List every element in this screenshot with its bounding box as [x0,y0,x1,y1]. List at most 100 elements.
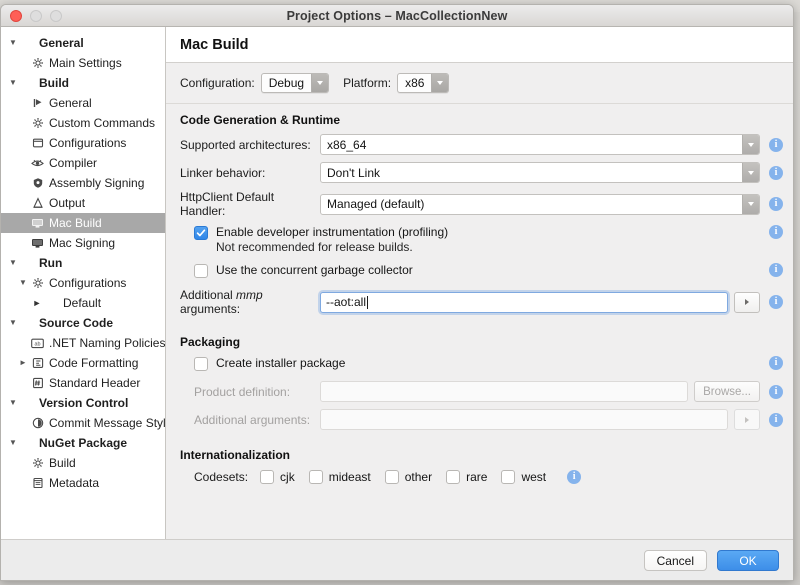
sidebar-item-nuget-package[interactable]: ▼ NuGet Package [1,433,165,453]
info-icon[interactable]: i [769,166,783,180]
chevron-right-icon[interactable]: ► [31,293,43,313]
dropdown-httpclient-default-handler[interactable]: Managed (default) [320,194,760,215]
info-icon[interactable]: i [769,413,783,427]
input-additional-arguments[interactable] [320,409,728,430]
sidebar-item-general[interactable]: General [1,93,165,113]
section-internationalization: Internationalization Codesets: cjkmideas… [166,437,793,484]
sidebar-item-label: General [39,36,84,50]
sidebar-item-label: Default [63,296,101,310]
sidebar-item-metadata[interactable]: Metadata [1,473,165,493]
sidebar-item-general[interactable]: ▼ General [1,33,165,53]
chevron-down-icon[interactable]: ▼ [7,313,19,333]
checkbox-codeset-west[interactable] [501,470,515,484]
sidebar-item-main-settings[interactable]: Main Settings [1,53,165,73]
maximize-icon[interactable] [50,10,62,22]
codeset-cjk[interactable]: cjk [260,469,295,484]
codeset-rare[interactable]: rare [446,469,487,484]
info-icon[interactable]: i [769,263,783,277]
sidebar-item-label: NuGet Package [39,436,127,450]
sidebar-item-label: Configurations [49,276,126,290]
codeset-other[interactable]: other [385,469,432,484]
input-mmp-arguments[interactable]: --aot:all [320,292,728,313]
checkbox-concurrent-gc[interactable] [194,264,208,278]
minimize-icon[interactable] [30,10,42,22]
sidebar-item-custom-commands[interactable]: Custom Commands [1,113,165,133]
sidebar-item-label: Commit Message Style [49,416,166,430]
sidebar-item-mac-signing[interactable]: Mac Signing [1,233,165,253]
label-mmp-em: mmp [236,288,263,302]
checkbox-codeset-mideast[interactable] [309,470,323,484]
dropdown-linker-behavior[interactable]: Don't Link [320,162,760,183]
chevron-down-icon[interactable]: ▼ [7,33,19,53]
checkbox-create-installer[interactable] [194,357,208,371]
chevron-down-icon [431,74,448,92]
sidebar-item-commit-message-style[interactable]: Commit Message Style [1,413,165,433]
sidebar-item-label: Source Code [39,316,113,330]
info-icon[interactable]: i [769,225,783,239]
sidebar-item-configurations[interactable]: ▼ Configurations [1,273,165,293]
chevron-down-icon[interactable]: ▼ [17,273,29,293]
checkbox-enable-profiling[interactable] [194,226,208,240]
codeset-west[interactable]: west [501,469,546,484]
sidebar-item-label: Configurations [49,136,126,150]
row-httpclient-default-handler: HttpClient Default Handler:Managed (defa… [180,190,793,218]
settings-sidebar[interactable]: ▼GeneralMain Settings▼BuildGeneralCustom… [1,27,166,539]
chevron-down-icon[interactable]: ▼ [7,393,19,413]
sidebar-item-compiler[interactable]: Compiler [1,153,165,173]
checkbox-codeset-other[interactable] [385,470,399,484]
input-product-definition[interactable] [320,381,688,402]
sidebar-item-mac-build[interactable]: Mac Build [1,213,165,233]
project-options-window: Project Options – MacCollectionNew ▼Gene… [0,4,794,581]
sidebar-item-default[interactable]: ► Default [1,293,165,313]
checkbox-codeset-rare[interactable] [446,470,460,484]
cancel-button[interactable]: Cancel [644,550,707,571]
sidebar-item-configurations[interactable]: Configurations [1,133,165,153]
codeset-label: west [521,470,546,484]
chevron-right-icon[interactable]: ► [17,353,29,373]
mmp-arguments-expand-button[interactable] [734,292,760,313]
chevron-down-icon[interactable]: ▼ [7,253,19,273]
monitor-icon [29,237,46,249]
setting-label: HttpClient Default Handler: [180,190,320,218]
sidebar-item-source-code[interactable]: ▼ Source Code [1,313,165,333]
sidebar-item-run[interactable]: ▼Run [1,253,165,273]
info-icon[interactable]: i [769,295,783,309]
configuration-dropdown[interactable]: Debug [261,73,329,93]
sidebar-item-label: Version Control [39,396,128,410]
dropdown-value: x86_64 [321,135,742,154]
chevron-down-icon[interactable]: ▼ [7,73,19,93]
info-icon[interactable]: i [769,197,783,211]
target-icon [29,417,46,429]
codeset-label: rare [466,470,487,484]
dropdown-supported-architectures[interactable]: x86_64 [320,134,760,155]
sidebar-item-code-formatting[interactable]: ► Code Formatting [1,353,165,373]
sidebar-item-output[interactable]: Output [1,193,165,213]
platform-value: x86 [398,74,431,92]
gear-icon [29,117,46,129]
sidebar-item-label: Code Formatting [49,356,138,370]
sidebar-item-standard-header[interactable]: Standard Header [1,373,165,393]
info-icon[interactable]: i [567,470,581,484]
browse-button[interactable]: Browse... [694,381,760,402]
row-create-installer: Create installer package i [180,356,793,371]
sidebar-item-label: Standard Header [49,376,140,390]
abc-icon: ab [29,338,46,349]
ok-button[interactable]: OK [717,550,779,571]
info-icon[interactable]: i [769,138,783,152]
sidebar-item-build[interactable]: Build [1,453,165,473]
sidebar-item-build[interactable]: ▼Build [1,73,165,93]
section-code-generation: Code Generation & Runtime Supported arch… [166,104,793,316]
info-icon[interactable]: i [769,385,783,399]
additional-arguments-expand-button[interactable] [734,409,760,430]
chevron-down-icon[interactable]: ▼ [7,433,19,453]
info-icon[interactable]: i [769,356,783,370]
sidebar-item-label: Assembly Signing [49,176,144,190]
sidebar-item-assembly-signing[interactable]: Assembly Signing [1,173,165,193]
codeset-mideast[interactable]: mideast [309,469,371,484]
platform-dropdown[interactable]: x86 [397,73,449,93]
chevron-down-icon [311,74,328,92]
sidebar-item-net-naming-policies[interactable]: ab.NET Naming Policies [1,333,165,353]
sidebar-item-version-control[interactable]: ▼ Version Control [1,393,165,413]
checkbox-codeset-cjk[interactable] [260,470,274,484]
close-icon[interactable] [10,10,22,22]
